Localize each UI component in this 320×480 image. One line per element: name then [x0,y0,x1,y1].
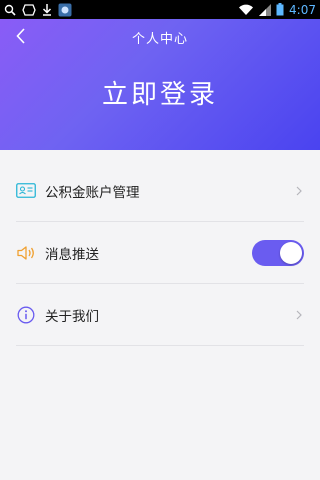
profile-header: 个人中心 立即登录 [0,19,320,150]
app-root: 4:07 个人中心 立即登录 公积金账户管理 消息推送 关于我们 [0,0,320,480]
status-bar-system: 4:07 [238,3,316,17]
push-notifications-toggle[interactable] [252,239,304,266]
wifi-icon [238,4,254,16]
download-icon [42,3,52,16]
menu-item-push-notifications: 消息推送 [16,222,304,284]
search-icon [4,4,16,16]
status-bar: 4:07 [0,0,320,19]
chevron-right-icon [294,308,304,322]
app-icon [58,3,72,17]
menu-item-label: 消息推送 [45,246,99,263]
battery-icon [276,3,284,16]
menu-item-about-us[interactable]: 关于我们 [16,284,304,346]
toggle-knob [280,241,302,264]
signal-icon [259,3,272,16]
status-bar-notifications [4,3,72,17]
chevron-right-icon [294,184,304,198]
diamond-icon [22,3,36,16]
menu-item-label: 关于我们 [45,308,99,325]
id-card-icon [16,181,36,201]
status-bar-time: 4:07 [289,2,316,17]
page-title: 个人中心 [131,32,188,47]
login-button[interactable]: 立即登录 [0,74,320,111]
menu-item-fund-account[interactable]: 公积金账户管理 [16,160,304,222]
info-icon [16,305,36,325]
speaker-icon [16,243,36,263]
menu-item-label: 公积金账户管理 [45,184,140,201]
settings-menu: 公积金账户管理 消息推送 关于我们 [0,160,320,346]
